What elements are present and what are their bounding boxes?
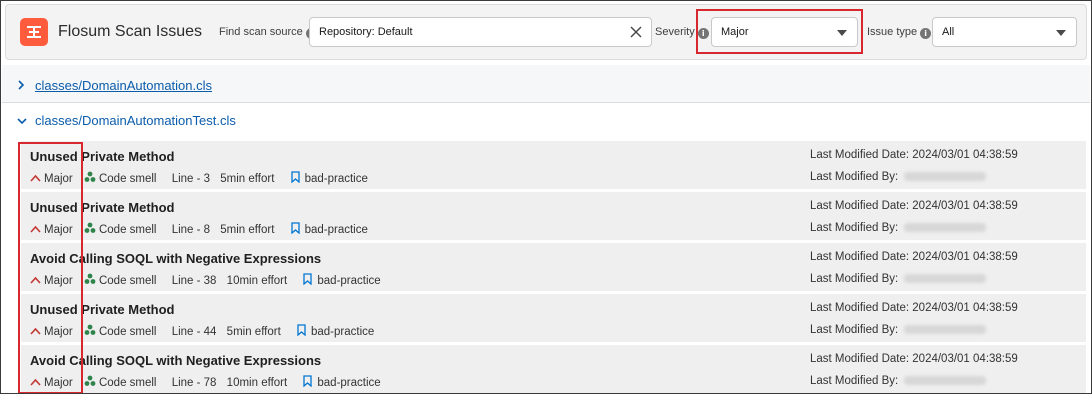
last-modified-by: Last Modified By: bbox=[810, 222, 987, 234]
code-smell-icon bbox=[84, 171, 96, 186]
effort-text: 5min effort bbox=[220, 223, 275, 236]
bookmark-icon bbox=[297, 324, 306, 339]
file-name: classes/DomainAutomationTest.cls bbox=[35, 113, 236, 128]
find-source-label-text: Find scan source bbox=[219, 26, 303, 38]
issue-type-text: Code smell bbox=[98, 223, 157, 236]
issue-card[interactable]: Avoid Calling SOQL with Negative Express… bbox=[21, 243, 1086, 291]
code-smell-icon bbox=[84, 222, 96, 237]
severity-highlight-box bbox=[696, 9, 863, 54]
bookmark-icon bbox=[303, 375, 313, 390]
last-modified-date: Last Modified Date: 2024/03/01 04:38:59 bbox=[810, 302, 1018, 314]
redacted-user-name bbox=[904, 223, 987, 233]
effort-text: 10min effort bbox=[226, 376, 288, 389]
issue-card[interactable]: Avoid Calling SOQL with Negative Express… bbox=[21, 345, 1086, 393]
info-icon[interactable]: i bbox=[920, 28, 932, 39]
tag-text: bad-practice bbox=[317, 274, 381, 287]
effort-text: 5min effort bbox=[220, 172, 275, 185]
issue-type-text: Code smell bbox=[98, 274, 157, 287]
last-modified-by: Last Modified By: bbox=[810, 273, 987, 285]
severity-label-text: Severity bbox=[655, 26, 695, 38]
tag-text: bad-practice bbox=[304, 172, 368, 185]
issue-card[interactable]: Unused Private Method Major Code smell L… bbox=[21, 294, 1086, 342]
severity-column-highlight-box bbox=[18, 142, 83, 393]
bookmark-icon bbox=[303, 273, 313, 288]
app-frame: Flosum Scan Issues Find scan sourcei Rep… bbox=[0, 0, 1092, 394]
close-icon[interactable] bbox=[629, 25, 643, 39]
last-modified-date: Last Modified Date: 2024/03/01 04:38:59 bbox=[810, 251, 1018, 263]
last-modified-by-label: Last Modified By: bbox=[810, 273, 899, 285]
chevron-down-icon[interactable] bbox=[17, 113, 29, 128]
file-link[interactable]: classes/DomainAutomation.cls bbox=[35, 78, 212, 93]
redacted-user-name bbox=[904, 274, 987, 284]
find-source-value: Repository: Default bbox=[319, 26, 413, 38]
last-modified-by-label: Last Modified By: bbox=[810, 324, 899, 336]
redacted-user-name bbox=[904, 325, 987, 335]
app-title: Flosum Scan Issues bbox=[58, 23, 203, 40]
line-number: Line - 38 bbox=[171, 274, 217, 287]
redacted-user-name bbox=[904, 172, 987, 182]
line-number: Line - 8 bbox=[171, 223, 211, 236]
issue-card[interactable]: Unused Private Method Major Code smell L… bbox=[21, 141, 1086, 189]
last-modified-by: Last Modified By: bbox=[810, 324, 987, 336]
chevron-right-icon[interactable] bbox=[17, 78, 29, 93]
bookmark-icon bbox=[290, 171, 300, 186]
last-modified-by-label: Last Modified By: bbox=[810, 171, 899, 183]
code-smell-icon bbox=[84, 324, 96, 339]
issue-type-text: Code smell bbox=[98, 172, 157, 185]
chevron-down-icon bbox=[1056, 30, 1066, 36]
last-modified-date: Last Modified Date: 2024/03/01 04:38:59 bbox=[810, 149, 1018, 161]
issue-type-label: Issue type i bbox=[867, 26, 932, 39]
file-row-domainautomationtest[interactable]: classes/DomainAutomationTest.cls bbox=[17, 113, 236, 128]
issue-type-label-text: Issue type bbox=[867, 26, 918, 38]
code-smell-icon bbox=[84, 273, 96, 288]
file-row-domainautomation[interactable]: classes/DomainAutomation.cls bbox=[17, 78, 212, 93]
line-number: Line - 78 bbox=[171, 376, 217, 389]
tag-text: bad-practice bbox=[317, 376, 381, 389]
last-modified-date: Last Modified Date: 2024/03/01 04:38:59 bbox=[810, 200, 1018, 212]
effort-text: 5min effort bbox=[226, 325, 281, 338]
issue-type-text: Code smell bbox=[98, 376, 157, 389]
line-number: Line - 3 bbox=[171, 172, 211, 185]
last-modified-by-label: Last Modified By: bbox=[810, 375, 899, 387]
line-number: Line - 44 bbox=[171, 325, 217, 338]
last-modified-by: Last Modified By: bbox=[810, 171, 987, 183]
bookmark-icon bbox=[290, 222, 300, 237]
issue-type-select-value: All bbox=[942, 26, 955, 38]
find-source-label: Find scan sourcei bbox=[219, 26, 317, 39]
header-bar: Flosum Scan Issues Find scan sourcei Rep… bbox=[5, 4, 1087, 60]
issue-card[interactable]: Unused Private Method Major Code smell L… bbox=[21, 192, 1086, 240]
effort-text: 10min effort bbox=[226, 274, 288, 287]
flosum-logo-icon bbox=[20, 18, 48, 46]
tag-text: bad-practice bbox=[304, 223, 368, 236]
issue-type-text: Code smell bbox=[98, 325, 157, 338]
last-modified-by: Last Modified By: bbox=[810, 375, 987, 387]
code-smell-icon bbox=[84, 375, 96, 390]
redacted-user-name bbox=[904, 376, 987, 386]
find-source-input[interactable]: Repository: Default bbox=[309, 17, 652, 47]
last-modified-date: Last Modified Date: 2024/03/01 04:38:59 bbox=[810, 353, 1018, 365]
last-modified-by-label: Last Modified By: bbox=[810, 222, 899, 234]
issue-type-select[interactable]: All bbox=[932, 17, 1077, 47]
tag-text: bad-practice bbox=[311, 325, 375, 338]
